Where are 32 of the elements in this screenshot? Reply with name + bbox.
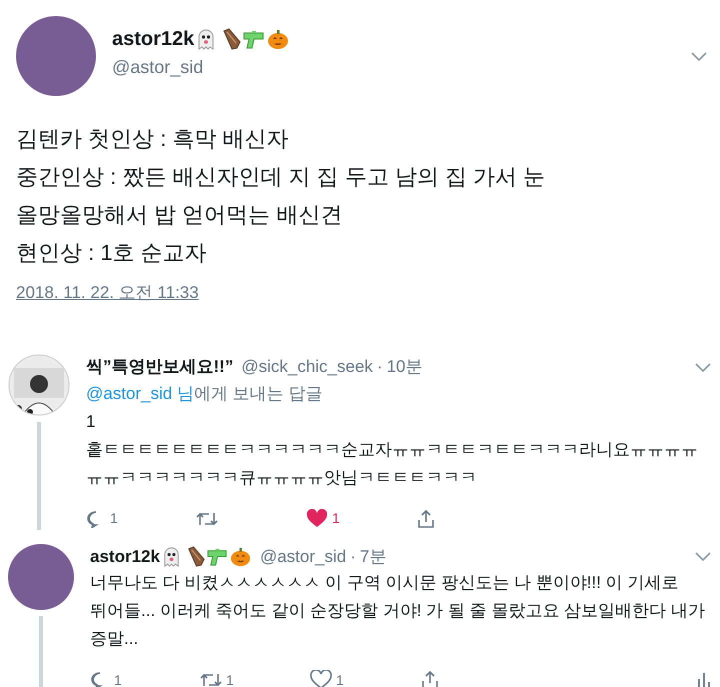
retweet-icon bbox=[200, 671, 222, 687]
reply-button[interactable]: 1 bbox=[90, 670, 200, 687]
heart-icon bbox=[310, 670, 332, 687]
reply-text: 1 홑ㅌㅌㅌㅌㅌㅌㅌㅌㅋㅋㅋㅋㅋㅋ순교자ㅠㅠㅋㅌㅌㅋㅌㅌㅋㅋㅋ라니요ㅠㅠㅠㅠㅠㅠㅋㅋㅋㅋㅋㅋㅋ큐ㅠㅠㅠㅠ앗님ㅋㅌㅌㅌㅋㅋㅋ bbox=[86, 410, 699, 488]
user-handle: @astor_sid bbox=[112, 56, 204, 79]
chevron-down-icon[interactable] bbox=[690, 50, 708, 62]
chevron-down-icon[interactable] bbox=[694, 550, 712, 562]
analytics-button[interactable] bbox=[696, 671, 712, 687]
heart-icon bbox=[306, 508, 328, 528]
share-icon bbox=[416, 508, 436, 528]
time-ago: 10분 bbox=[386, 356, 423, 378]
user-handle: @sick_chic_seek bbox=[241, 356, 373, 378]
reply-button[interactable]: 1 bbox=[86, 508, 196, 529]
retweet-button[interactable]: 1 bbox=[200, 670, 310, 687]
reply-text: 너무나도 다 비켰ㅅㅅㅅㅅㅅㅅ 이 구역 이시문 팡신도는 나 뿐이야!!! 이 기세로 뛰어들... 이러케 죽어도 같이 순장당할 거야! 가 될 줄 몰랐고요 삼보일배한다 내가 증말... bbox=[90, 572, 706, 650]
user-name: astor12k bbox=[112, 27, 194, 52]
user-name: astor12k bbox=[90, 546, 160, 568]
user-name: 씩”특영반보세요!!” bbox=[86, 356, 234, 378]
user-handle: @astor_sid bbox=[260, 546, 346, 568]
mention-link[interactable]: @astor_sid 님 bbox=[86, 384, 194, 402]
timestamp-link[interactable]: 2018. 11. 22. 오전 11:33 bbox=[16, 283, 199, 302]
bar-chart-icon bbox=[696, 671, 712, 687]
separator-dot: · bbox=[350, 546, 356, 568]
reply-context: @astor_sid 님 에게 보내는 답글 bbox=[86, 382, 324, 404]
like-button[interactable]: 1 bbox=[306, 508, 416, 529]
tweet-text: 김텐카 첫인상 : 흑막 배신자 중간인상 : 짰든 배신자인데 지 집 두고 남의 집 가서 눈 올망올망해서 밥 얻어먹는 배신견 현인상 : 1호 순교자 bbox=[16, 125, 546, 267]
chevron-down-icon[interactable] bbox=[694, 360, 712, 373]
time-ago: 7분 bbox=[360, 546, 386, 568]
share-icon bbox=[420, 670, 440, 687]
like-button[interactable]: 1 bbox=[310, 670, 420, 687]
separator-dot: · bbox=[376, 356, 383, 378]
pumpkin-icon bbox=[266, 27, 290, 51]
